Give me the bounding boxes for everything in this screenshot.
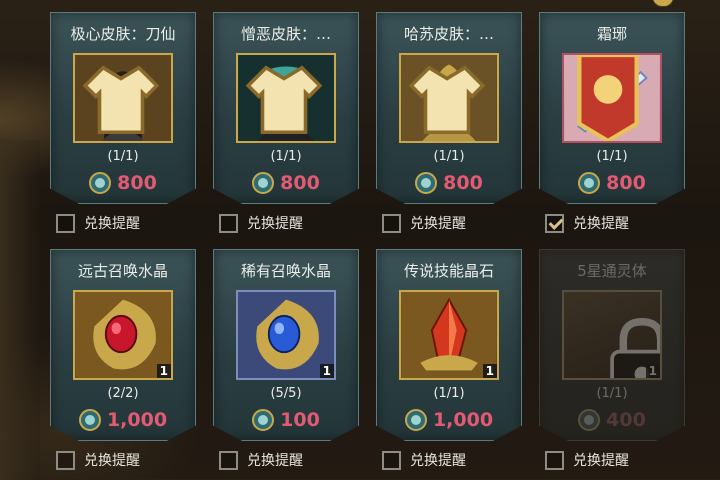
exchange-reminder-toggle[interactable]: 兑换提醒 [382,449,526,471]
item-title: 远古召唤水晶 [77,262,168,280]
price-value: 800 [280,172,320,194]
currency-coin-icon [652,0,674,7]
stock-count: (2/2) [107,386,139,401]
reminder-label: 兑换提醒 [573,216,629,232]
item-quantity: 1 [482,364,497,378]
item-quantity: 1 [319,364,334,378]
reminder-checkbox[interactable] [219,213,238,233]
reminder-checkbox[interactable] [545,450,564,470]
item-title: 霜琊 [596,25,627,43]
shop-item-card[interactable]: 稀有召唤水晶 1 (5/5) 100 [213,249,359,441]
stock-count: (5/5) [270,386,302,401]
item-portrait: 1 [562,290,662,380]
price-row: 800 [540,170,684,196]
item-title: 5星通灵体 [577,262,647,280]
price-value: 1,000 [432,409,494,431]
reminder-checkbox[interactable] [56,450,75,470]
item-portrait [73,53,173,143]
stock-count: (1/1) [270,149,302,164]
price-row: 800 [377,170,521,196]
shop-item-card[interactable]: 哈苏皮肤：… (1/1) 800 [376,12,522,204]
price-row: 1,000 [377,407,521,433]
item-title: 传说技能晶石 [403,262,494,280]
reminder-label: 兑换提醒 [84,453,140,469]
stock-count: (1/1) [596,149,628,164]
item-title: 稀有召唤水晶 [240,262,331,280]
shop-grid: 极心皮肤：刀仙 (1/1) 800 兑换提醒 憎恶皮肤：… (1/1) 800 … [50,12,710,479]
reminder-checkbox[interactable] [219,450,238,470]
item-title: 极心皮肤：刀仙 [70,25,176,43]
price-row: 100 [214,407,358,433]
currency-coin-icon [89,172,112,194]
currency-coin-icon [578,172,601,194]
shop-item-card-locked[interactable]: 5星通灵体 1 (1/1) 400 [539,249,685,441]
exchange-reminder-toggle[interactable]: 兑换提醒 [56,449,200,471]
shop-item-card[interactable]: 憎恶皮肤：… (1/1) 800 [213,12,359,204]
background-pillar [0,140,40,480]
exchange-reminder-toggle[interactable]: 兑换提醒 [545,449,689,471]
skull-badge-icon [577,55,639,141]
reminder-checkbox[interactable] [545,213,564,233]
price-value: 800 [117,172,157,194]
item-title: 哈苏皮肤：… [403,25,494,43]
reminder-checkbox[interactable] [56,213,75,233]
stock-count: (1/1) [433,386,465,401]
currency-coin-icon [415,172,438,194]
shop-item-card[interactable]: 极心皮肤：刀仙 (1/1) 800 [50,12,196,204]
exchange-reminder-toggle[interactable]: 兑换提醒 [219,212,363,234]
item-portrait: 1 [236,290,336,380]
exchange-reminder-toggle[interactable]: 兑换提醒 [56,212,200,234]
item-portrait [399,53,499,143]
stock-count: (1/1) [433,149,465,164]
item-quantity: 1 [156,364,171,378]
price-value: 800 [606,172,646,194]
currency-coin-icon [404,409,427,431]
currency-coin-icon [252,409,275,431]
price-row: 800 [214,170,358,196]
item-portrait [236,53,336,143]
reminder-label: 兑换提醒 [573,453,629,469]
item-title: 憎恶皮肤：… [240,25,331,43]
skin-shirt-icon [82,65,160,135]
exchange-reminder-toggle[interactable]: 兑换提醒 [382,212,526,234]
price-row: 800 [51,170,195,196]
currency-coin-icon [252,172,275,194]
reminder-label: 兑换提醒 [247,453,303,469]
stock-count: (1/1) [107,149,139,164]
reminder-checkbox[interactable] [382,450,401,470]
price-value: 100 [280,409,320,431]
price-value: 400 [606,409,646,431]
skin-shirt-icon [245,65,323,135]
reminder-label: 兑换提醒 [247,216,303,232]
shop-item-card[interactable]: 霜琊 (1/1) 800 [539,12,685,204]
currency-coin-icon [78,409,101,431]
stock-count: (1/1) [596,386,628,401]
currency-coin-icon [578,409,601,431]
shop-item-card[interactable]: 传说技能晶石 1 (1/1) 1,000 [376,249,522,441]
reminder-checkbox[interactable] [382,213,401,233]
reminder-label: 兑换提醒 [410,453,466,469]
exchange-reminder-toggle[interactable]: 兑换提醒 [545,212,689,234]
reminder-label: 兑换提醒 [84,216,140,232]
item-portrait: 1 [399,290,499,380]
reminder-label: 兑换提醒 [410,216,466,232]
exchange-reminder-toggle[interactable]: 兑换提醒 [219,449,363,471]
item-portrait: 1 [73,290,173,380]
price-row: 400 [540,407,684,433]
price-value: 1,000 [106,409,168,431]
shop-item-card[interactable]: 远古召唤水晶 1 (2/2) 1,000 [50,249,196,441]
skin-shirt-icon [408,65,486,135]
price-row: 1,000 [51,407,195,433]
price-value: 800 [443,172,483,194]
item-quantity: 1 [645,364,660,378]
item-portrait [562,53,662,143]
